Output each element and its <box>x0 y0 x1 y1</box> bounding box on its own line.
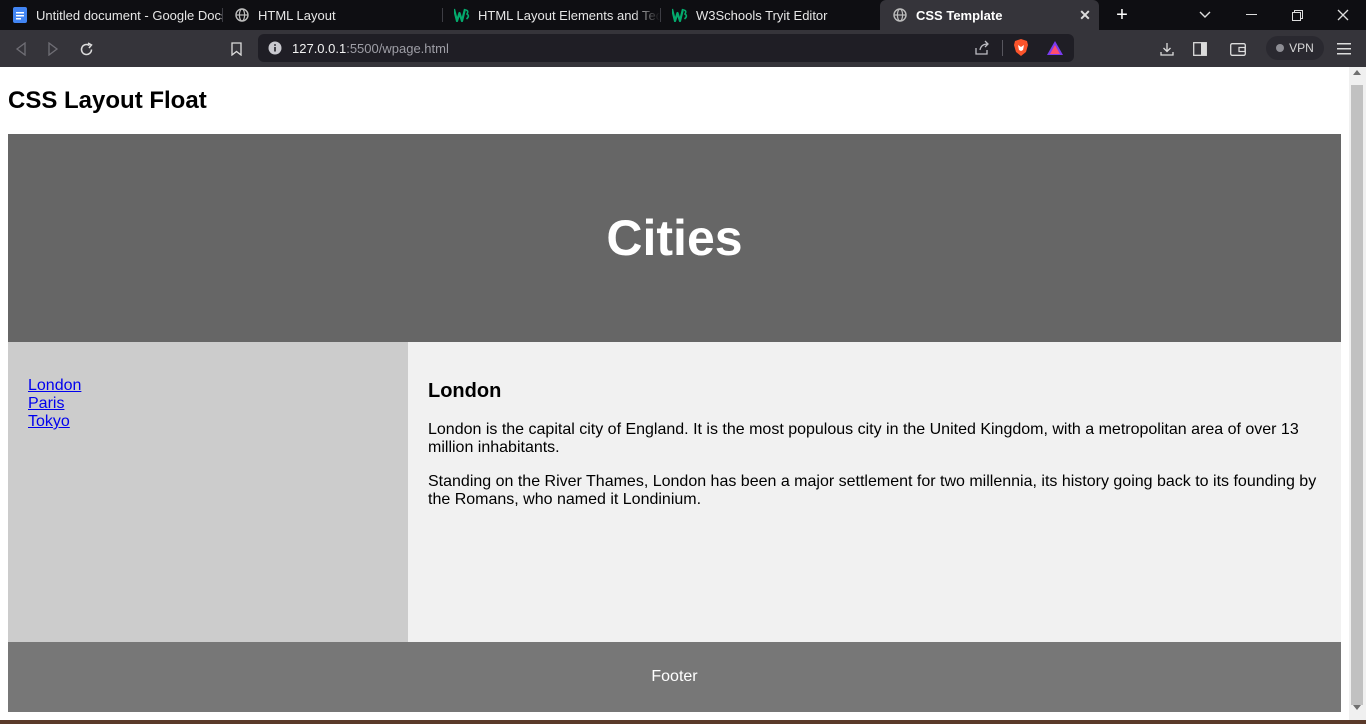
vertical-scrollbar[interactable] <box>1349 67 1366 720</box>
scroll-down-arrow-icon[interactable] <box>1353 705 1361 710</box>
list-item: London <box>28 377 388 395</box>
reload-icon[interactable] <box>75 38 97 60</box>
google-docs-icon <box>12 7 28 23</box>
header-title: Cities <box>606 210 743 266</box>
tab-label: CSS Template <box>916 7 1003 23</box>
page-footer: Footer <box>8 642 1341 712</box>
wallet-icon[interactable] <box>1227 38 1249 60</box>
close-window-icon[interactable] <box>1320 0 1366 30</box>
article-title: London <box>428 380 502 402</box>
vpn-status-icon <box>1276 44 1285 52</box>
scrollbar-thumb[interactable] <box>1351 85 1363 705</box>
restore-icon[interactable] <box>1274 0 1320 30</box>
tab-list-chevron-icon[interactable] <box>1182 0 1228 30</box>
tab-label: W3Schools Tryit Editor <box>696 7 828 23</box>
scroll-up-arrow-icon[interactable] <box>1353 70 1361 75</box>
nav-link-tokyo[interactable]: Tokyo <box>28 413 70 430</box>
globe-icon <box>892 7 908 23</box>
footer-text: Footer <box>651 668 698 685</box>
tab-label: Untitled document - Google Docs <box>36 7 222 23</box>
article-paragraph: Standing on the River Thames, London has… <box>428 473 1317 508</box>
close-tab-icon[interactable]: ✕ <box>1077 7 1093 23</box>
tab-tryit-editor[interactable]: W3Schools Tryit Editor <box>660 0 880 30</box>
city-link-list: London Paris Tokyo <box>28 377 388 431</box>
share-icon[interactable] <box>974 40 990 61</box>
url-host: 127.0.0.1 <box>292 41 347 56</box>
page-viewport: CSS Layout Float Cities London Paris Tok… <box>0 67 1349 720</box>
globe-icon <box>234 7 250 23</box>
site-info-icon[interactable] <box>268 41 282 60</box>
address-bar[interactable]: 127.0.0.1:5500/wpage.html <box>258 34 1074 62</box>
menu-icon[interactable] <box>1333 38 1355 60</box>
brave-shields-icon[interactable] <box>1013 38 1029 62</box>
nav-link-paris[interactable]: Paris <box>28 395 64 412</box>
tab-google-docs[interactable]: Untitled document - Google Docs <box>0 0 222 30</box>
tab-html-layout[interactable]: HTML Layout <box>222 0 442 30</box>
url-path: :5500/wpage.html <box>346 41 449 56</box>
brave-rewards-icon[interactable] <box>1046 40 1064 61</box>
city-nav: London Paris Tokyo <box>8 342 408 642</box>
vpn-button[interactable]: VPN <box>1266 36 1324 60</box>
list-item: Tokyo <box>28 413 388 431</box>
sidebar-icon[interactable] <box>1189 38 1211 60</box>
tab-label: HTML Layout <box>258 7 336 23</box>
tab-label: HTML Layout Elements and Techniques <box>478 7 660 23</box>
page-header: Cities <box>8 134 1341 342</box>
download-icon[interactable] <box>1156 38 1178 60</box>
article: London London is the capital city of Eng… <box>408 342 1341 642</box>
list-item: Paris <box>28 395 388 413</box>
bookmark-icon[interactable] <box>225 38 247 60</box>
back-icon[interactable] <box>10 38 32 60</box>
tab-css-template[interactable]: CSS Template ✕ <box>880 0 1099 30</box>
page-heading: CSS Layout Float <box>8 87 207 114</box>
article-paragraph: London is the capital city of England. I… <box>428 421 1299 456</box>
nav-link-london[interactable]: London <box>28 377 81 394</box>
forward-icon[interactable] <box>42 38 64 60</box>
url-text[interactable]: 127.0.0.1:5500/wpage.html <box>292 41 449 56</box>
tab-html-layout-elements[interactable]: HTML Layout Elements and Techniques <box>442 0 660 30</box>
tab-strip: Untitled document - Google Docs HTML Lay… <box>0 0 1366 30</box>
new-tab-icon[interactable]: + <box>1110 3 1134 27</box>
vpn-label: VPN <box>1289 41 1314 55</box>
minimize-icon[interactable] <box>1228 0 1274 30</box>
taskbar-edge <box>0 720 1366 724</box>
browser-toolbar: 127.0.0.1:5500/wpage.html VPN <box>0 30 1366 67</box>
w3schools-icon <box>672 7 688 23</box>
address-bar-divider <box>1002 40 1003 56</box>
w3schools-icon <box>454 7 470 23</box>
